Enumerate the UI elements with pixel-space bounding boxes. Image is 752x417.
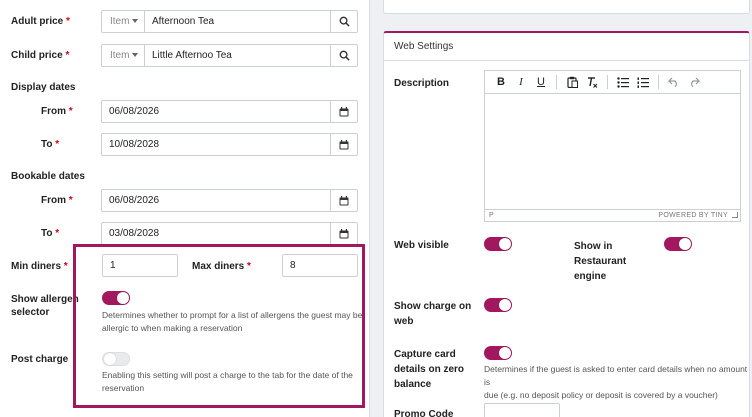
toolbar-divider xyxy=(658,75,659,89)
redo-icon xyxy=(691,77,700,87)
adult-price-type-dropdown[interactable]: Item xyxy=(101,10,145,33)
toggle-knob xyxy=(499,238,511,250)
web-visible-label: Web visible xyxy=(394,240,449,251)
clear-format-button[interactable] xyxy=(582,73,602,91)
display-dates-heading: Display dates xyxy=(11,82,76,93)
editor-element-path[interactable]: P xyxy=(489,212,494,219)
chevron-down-icon xyxy=(132,19,139,24)
display-to-date-input[interactable]: 10/08/2028 xyxy=(101,133,331,156)
display-to-label: To * xyxy=(41,139,60,150)
display-from-label: From * xyxy=(41,106,73,117)
highlight-annotation-box xyxy=(73,244,365,408)
editor-toolbar: B I U xyxy=(485,71,740,94)
search-icon xyxy=(339,16,350,27)
bookable-from-calendar-button[interactable] xyxy=(330,189,358,212)
clear-format-icon xyxy=(588,77,598,88)
calendar-icon xyxy=(339,195,349,205)
promo-code-input[interactable] xyxy=(484,403,560,417)
min-diners-label: Min diners * xyxy=(11,261,68,272)
display-from-date-input[interactable]: 06/08/2026 xyxy=(101,100,331,123)
child-price-label: Child price * xyxy=(11,50,70,61)
bookable-from-label: From * xyxy=(41,195,73,206)
chevron-down-icon xyxy=(132,53,139,58)
adult-price-input[interactable]: Afternoon Tea xyxy=(144,10,331,33)
child-price-search-button[interactable] xyxy=(330,44,358,67)
capture-card-label: Capture card details on zero balance xyxy=(394,349,465,390)
resize-handle-icon[interactable] xyxy=(732,212,738,218)
child-price-type-dropdown[interactable]: Item xyxy=(101,44,145,67)
toggle-knob xyxy=(499,347,511,359)
calendar-icon xyxy=(339,139,349,149)
calendar-icon xyxy=(339,106,349,116)
description-label: Description xyxy=(394,78,450,89)
bookable-to-date-input[interactable]: 03/08/2028 xyxy=(101,222,331,245)
bold-button[interactable]: B xyxy=(491,73,511,91)
description-editor[interactable]: B I U P POWERED BY TINY xyxy=(484,70,741,222)
search-icon xyxy=(339,50,350,61)
child-price-input[interactable]: Little Afternoo Tea xyxy=(144,44,331,67)
bookable-to-calendar-button[interactable] xyxy=(330,222,358,245)
adult-price-label: Adult price * xyxy=(11,16,70,27)
powered-by-tiny[interactable]: POWERED BY TINY xyxy=(658,210,728,221)
bullet-list-icon xyxy=(617,76,629,88)
numbered-list-icon xyxy=(637,77,649,88)
top-card xyxy=(383,0,750,14)
capture-card-toggle[interactable] xyxy=(484,346,512,360)
web-settings-card: Web Settings Description B I U P POWERED… xyxy=(383,31,750,417)
display-from-calendar-button[interactable] xyxy=(330,100,358,123)
capture-card-help: Determines if the guest is asked to ente… xyxy=(484,364,748,400)
booking-form-panel: Adult price * Item Afternoon Tea Child p… xyxy=(0,0,370,417)
web-visible-toggle[interactable] xyxy=(484,237,512,251)
numbered-list-button[interactable] xyxy=(633,73,653,91)
bookable-dates-heading: Bookable dates xyxy=(11,171,85,182)
clipboard-icon xyxy=(566,76,578,88)
toggle-knob xyxy=(499,299,511,311)
post-charge-label: Post charge xyxy=(11,354,69,365)
bookable-from-date-input[interactable]: 06/08/2026 xyxy=(101,189,331,212)
show-in-engine-label: Show in Restaurant engine xyxy=(574,241,627,282)
bookable-to-label: To * xyxy=(41,228,60,239)
redo-button[interactable] xyxy=(684,73,704,91)
toggle-knob xyxy=(679,238,691,250)
editor-statusbar: P POWERED BY TINY xyxy=(485,209,740,221)
toolbar-divider xyxy=(607,75,608,89)
bullet-list-button[interactable] xyxy=(613,73,633,91)
toolbar-divider xyxy=(556,75,557,89)
promo-code-label: Promo Code xyxy=(394,409,454,417)
paste-button[interactable] xyxy=(562,73,582,91)
italic-button[interactable]: I xyxy=(511,73,531,91)
show-in-engine-toggle[interactable] xyxy=(664,237,692,251)
web-settings-title: Web Settings xyxy=(384,33,749,61)
undo-icon xyxy=(668,77,677,87)
show-allergen-label: Show allergen selector xyxy=(11,294,79,318)
display-to-calendar-button[interactable] xyxy=(330,133,358,156)
adult-price-search-button[interactable] xyxy=(330,10,358,33)
show-charge-toggle[interactable] xyxy=(484,298,512,312)
show-charge-label: Show charge on web xyxy=(394,301,472,327)
calendar-icon xyxy=(339,228,349,238)
underline-button[interactable]: U xyxy=(531,73,551,91)
undo-button[interactable] xyxy=(664,73,684,91)
